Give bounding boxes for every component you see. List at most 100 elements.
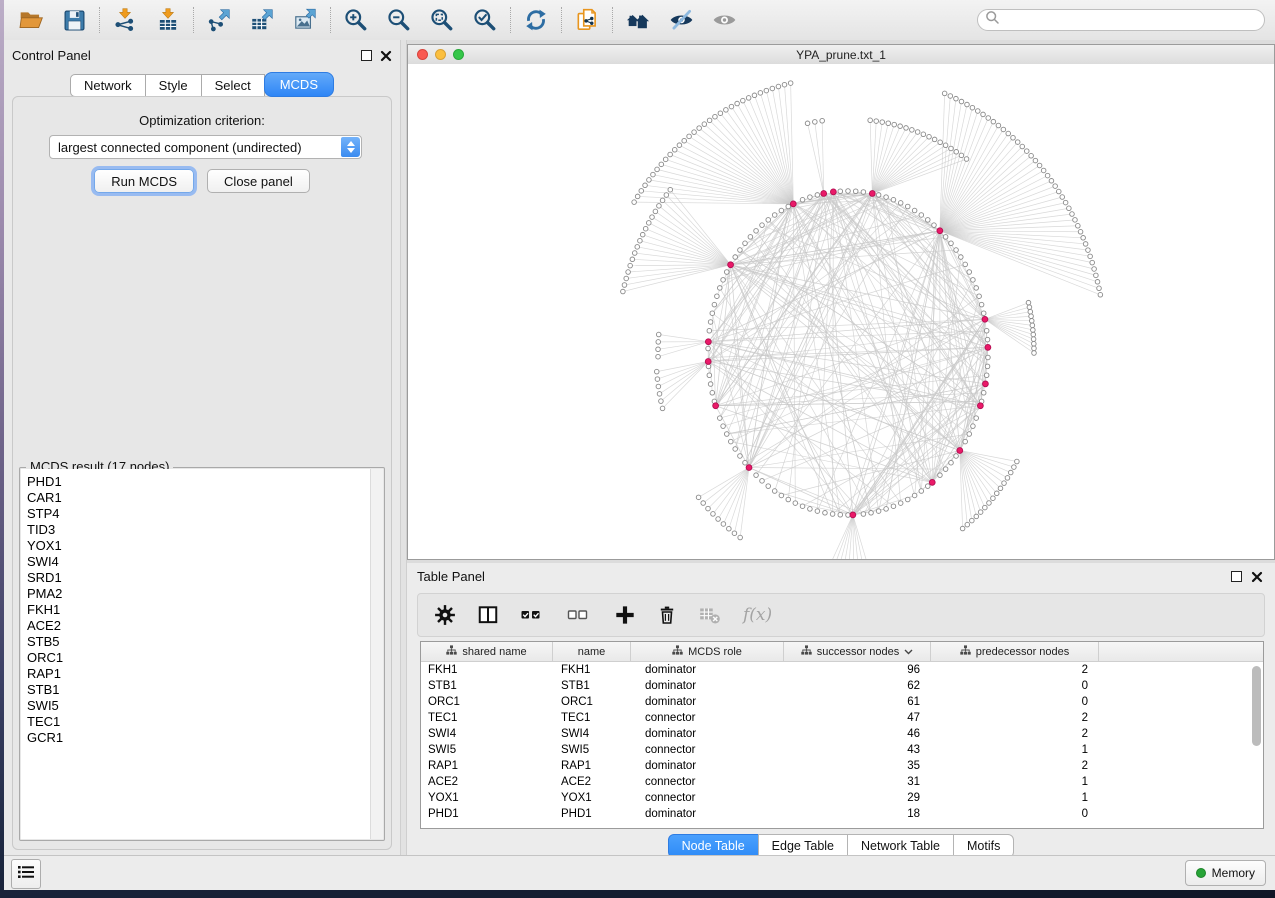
mcds-result-item[interactable]: STB5 [27,634,371,650]
graph-leaf-node[interactable] [898,124,903,129]
mcds-result-scrollbar[interactable] [370,469,383,839]
graph-ring-node[interactable] [800,504,805,509]
graph-ring-node[interactable] [766,484,771,489]
graph-hub-node[interactable] [830,189,836,195]
refresh-button[interactable] [521,5,551,35]
graph-ring-node[interactable] [943,235,948,240]
graph-leaf-node[interactable] [1015,459,1020,464]
graph-ring-node[interactable] [808,195,813,200]
graph-leaf-node[interactable] [927,134,932,139]
graph-leaf-node[interactable] [632,200,637,205]
graph-ring-node[interactable] [925,218,930,223]
graph-leaf-node[interactable] [960,526,965,531]
graph-leaf-node[interactable] [1070,212,1075,217]
graph-leaf-node[interactable] [1032,351,1037,356]
graph-leaf-node[interactable] [651,172,656,177]
graph-leaf-node[interactable] [1073,218,1078,223]
graph-ring-node[interactable] [974,286,979,291]
graph-leaf-node[interactable] [776,84,781,89]
mcds-result-item[interactable]: TEC1 [27,714,371,730]
graph-leaf-node[interactable] [706,506,711,511]
table-options-gear-button[interactable] [434,602,456,628]
graph-ring-node[interactable] [985,337,990,342]
graph-leaf-node[interactable] [782,82,787,87]
graph-ring-node[interactable] [919,213,924,218]
zoom-out-button[interactable] [384,5,414,35]
graph-leaf-node[interactable] [1053,184,1058,189]
graph-leaf-node[interactable] [656,384,661,389]
graph-ring-node[interactable] [760,479,765,484]
graph-hub-node[interactable] [790,201,796,207]
graph-ring-node[interactable] [707,328,712,333]
tab-network[interactable]: Network [70,74,146,97]
graph-ring-node[interactable] [733,255,738,260]
graph-leaf-node[interactable] [643,226,648,231]
graph-leaf-node[interactable] [954,96,959,101]
graph-ring-node[interactable] [853,189,858,194]
mcds-result-item[interactable]: ORC1 [27,650,371,666]
graph-leaf-node[interactable] [813,120,818,125]
graph-leaf-node[interactable] [668,152,673,157]
close-panel-button[interactable]: Close panel [207,169,310,193]
graph-leaf-node[interactable] [1029,318,1034,323]
graph-leaf-node[interactable] [770,86,775,91]
graph-leaf-node[interactable] [716,517,721,522]
graph-ring-node[interactable] [706,346,711,351]
graph-hub-node[interactable] [746,465,752,471]
graph-ring-node[interactable] [712,302,717,307]
search-input[interactable] [1004,12,1264,28]
graph-leaf-node[interactable] [752,93,757,98]
graph-leaf-node[interactable] [718,111,723,116]
graph-leaf-node[interactable] [687,134,692,139]
graph-leaf-node[interactable] [1032,341,1037,346]
graph-leaf-node[interactable] [943,143,948,148]
graph-leaf-node[interactable] [647,178,652,183]
graph-leaf-node[interactable] [805,121,810,126]
graph-leaf-node[interactable] [874,119,879,124]
graph-leaf-node[interactable] [653,209,658,214]
graph-ring-node[interactable] [838,512,843,517]
graph-ring-node[interactable] [954,454,959,459]
graph-leaf-node[interactable] [1024,149,1029,154]
graph-leaf-node[interactable] [643,183,648,188]
graph-leaf-node[interactable] [640,232,645,237]
graph-leaf-node[interactable] [1081,236,1086,241]
graph-leaf-node[interactable] [1063,200,1068,205]
table-panel-float-button[interactable] [1231,571,1242,582]
graph-leaf-node[interactable] [1056,189,1061,194]
graph-hub-node[interactable] [869,191,875,197]
graph-leaf-node[interactable] [970,518,975,523]
graph-ring-node[interactable] [733,447,738,452]
graph-ring-node[interactable] [971,424,976,429]
graph-ring-node[interactable] [963,439,968,444]
graph-ring-node[interactable] [754,473,759,478]
graph-ring-node[interactable] [984,328,989,333]
column-header-MCDS-role[interactable]: MCDS role [631,642,784,661]
graph-leaf-node[interactable] [1092,267,1097,272]
graph-hub-node[interactable] [713,403,719,409]
graph-leaf-node[interactable] [697,126,702,131]
graph-ring-node[interactable] [954,248,959,253]
mcds-result-item[interactable]: ACE2 [27,618,371,634]
graph-ring-node[interactable] [738,248,743,253]
graph-hub-node[interactable] [821,191,827,197]
graph-hub-node[interactable] [705,359,711,365]
graph-leaf-node[interactable] [978,510,983,515]
graph-ring-node[interactable] [925,484,930,489]
graph-leaf-node[interactable] [1028,309,1033,314]
graph-leaf-node[interactable] [868,118,873,123]
graph-leaf-node[interactable] [724,108,729,113]
graph-ring-node[interactable] [898,501,903,506]
tab-select[interactable]: Select [201,74,265,97]
graph-leaf-node[interactable] [964,157,969,162]
graph-leaf-node[interactable] [1041,168,1046,173]
graph-leaf-node[interactable] [1012,465,1017,470]
table-row[interactable]: SWI5SWI5connector431 [421,742,1263,758]
graph-leaf-node[interactable] [655,377,660,382]
graph-ring-node[interactable] [728,439,733,444]
graph-ring-node[interactable] [943,467,948,472]
graph-ring-node[interactable] [743,241,748,246]
graph-ring-node[interactable] [912,208,917,213]
mcds-result-item[interactable]: CAR1 [27,490,371,506]
graph-hub-node[interactable] [929,479,935,485]
